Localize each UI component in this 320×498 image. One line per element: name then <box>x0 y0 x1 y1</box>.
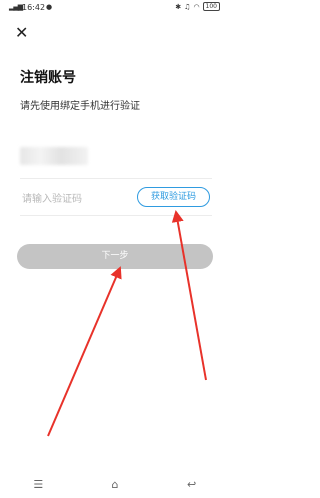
arrow-to-get-code <box>171 210 207 381</box>
status-bar: ▂▄▆ 16:42 ● ✱ ♫ ◠ 100 <box>0 0 230 18</box>
wifi-icon: ◠ <box>193 2 200 11</box>
bluetooth-icon: ✱ <box>175 2 182 11</box>
menu-icon[interactable]: ☰ <box>23 478 53 491</box>
masked-phone-number <box>20 147 88 165</box>
system-nav-bar: ☰ ⌂ ↩ <box>0 470 230 498</box>
divider <box>20 215 212 216</box>
back-icon[interactable]: ↩ <box>177 478 207 491</box>
signal-icon: ▂▄▆ <box>9 3 23 11</box>
page-title: 注销账号 <box>20 70 76 86</box>
page-subtitle: 请先使用绑定手机进行验证 <box>20 101 140 112</box>
battery-indicator: 100 <box>202 2 220 11</box>
arrow-to-next <box>47 266 122 437</box>
divider <box>20 178 212 179</box>
verification-code-input[interactable] <box>20 190 134 208</box>
next-button[interactable]: 下一步 <box>17 244 213 269</box>
status-time: 16:42 <box>22 3 46 12</box>
home-icon[interactable]: ⌂ <box>100 478 130 491</box>
bell-off-icon: ♫ <box>184 2 191 11</box>
get-code-button[interactable]: 获取验证码 <box>137 187 210 207</box>
chat-icon: ● <box>46 3 53 11</box>
close-icon[interactable]: ✕ <box>15 25 31 41</box>
